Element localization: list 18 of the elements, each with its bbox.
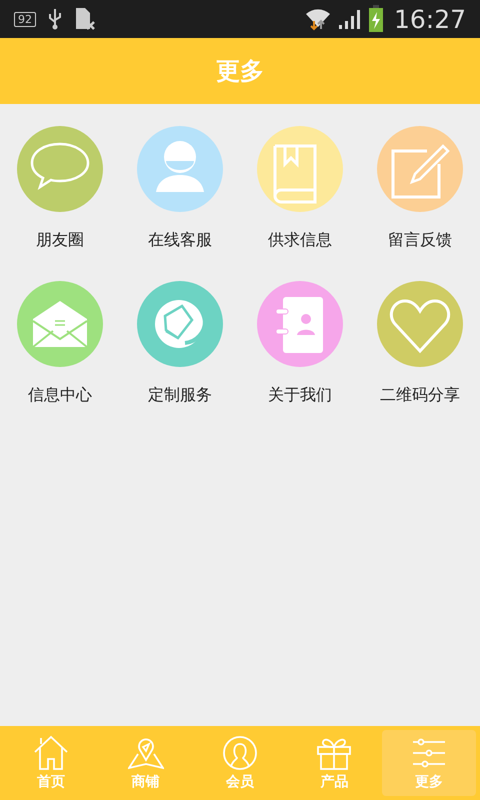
signal-icon — [338, 8, 362, 30]
usb-icon — [48, 8, 62, 30]
menu-label[interactable]: 朋友圈 — [36, 230, 84, 251]
battery-icon — [368, 5, 384, 33]
page-title: 更多 — [216, 56, 264, 87]
menu-label[interactable]: 二维码分享 — [380, 385, 460, 406]
house-icon — [33, 735, 70, 771]
menu-label[interactable]: 在线客服 — [148, 230, 212, 251]
user-icon — [222, 735, 258, 771]
clock-time: 16:27 — [394, 4, 466, 34]
menu-label[interactable]: 供求信息 — [268, 230, 332, 251]
menu-label[interactable]: 留言反馈 — [388, 230, 452, 251]
notification-badge: 92 — [14, 12, 36, 26]
sim-card-icon — [74, 7, 96, 31]
menu-label[interactable]: 信息中心 — [28, 385, 92, 406]
wifi-icon — [304, 7, 332, 31]
menu-label[interactable]: 定制服务 — [148, 385, 212, 406]
menu-label[interactable]: 关于我们 — [268, 385, 332, 406]
